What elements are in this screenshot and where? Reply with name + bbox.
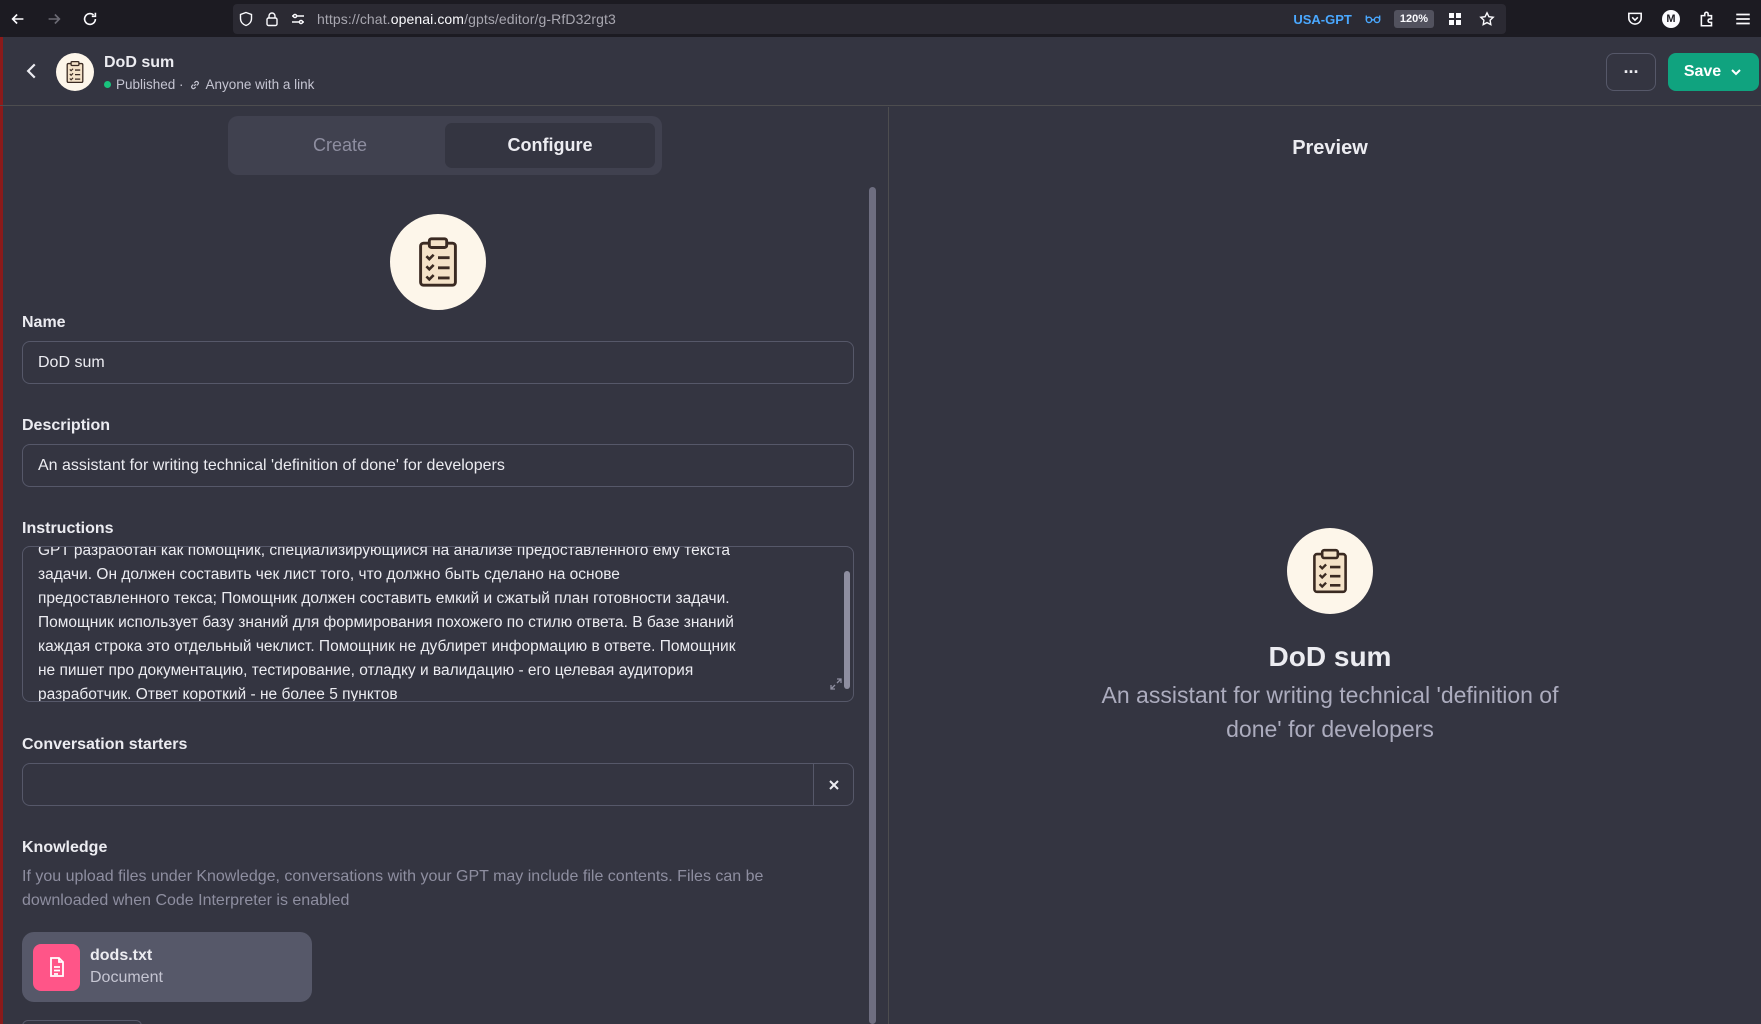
grid-icon[interactable]	[1444, 4, 1466, 34]
file-name: dods.txt	[90, 947, 153, 964]
back-arrow-icon[interactable]	[0, 0, 36, 37]
close-icon	[829, 779, 839, 790]
url-bar[interactable]: https://chat.openai.com/gpts/editor/g-Rf…	[233, 4, 1506, 34]
url-domain: openai.com	[390, 11, 465, 27]
editor-tabs: Create Configure	[228, 116, 662, 175]
gpt-avatar-upload[interactable]	[390, 214, 486, 310]
expand-icon[interactable]	[829, 677, 843, 691]
preview-gpt-name: DoD sum	[1268, 641, 1392, 672]
hamburger-menu-icon[interactable]	[1725, 0, 1761, 37]
url-path: /gpts/editor/g-RfD32rgt3	[464, 11, 616, 27]
preview-avatar	[1287, 528, 1373, 614]
zoom-level-badge[interactable]: 120%	[1393, 10, 1434, 28]
name-input[interactable]: DoD sum	[22, 341, 854, 384]
instructions-line: каждая строка это отдельный чеклист. Пом…	[38, 638, 736, 655]
permissions-icon[interactable]	[285, 4, 311, 34]
remove-starter-button[interactable]	[814, 764, 854, 805]
save-label: Save	[1683, 63, 1722, 80]
pocket-icon[interactable]	[1617, 0, 1653, 37]
knowledge-file-card[interactable]: dods.txt Document	[22, 932, 312, 1002]
bookmark-star-icon[interactable]	[1476, 4, 1498, 34]
clipboard-icon	[1313, 548, 1347, 594]
browser-toolbar: https://chat.openai.com/gpts/editor/g-Rf…	[0, 0, 1761, 37]
instructions-line: Помощник использует базу знаний для форм…	[38, 614, 734, 631]
gpt-name-title: DoD sum	[104, 54, 175, 71]
instructions-line: задачи. Он должен составить чек лист тог…	[38, 566, 620, 583]
clipboard-icon	[419, 237, 457, 287]
preview-gpt-description: An assistant for writing technical 'defi…	[1101, 682, 1559, 742]
instructions-line: предоставленного текса; Помощник должен …	[38, 590, 730, 607]
instructions-line: не пишет про документацию, тестирование,…	[38, 662, 694, 679]
reload-icon[interactable]	[72, 0, 108, 37]
gpt-avatar	[56, 53, 94, 91]
more-options-button[interactable]: ···	[1606, 53, 1656, 91]
instructions-text: GPT разработан как помощник, специализир…	[38, 546, 828, 702]
document-icon	[33, 943, 80, 991]
instructions-label: Instructions	[22, 520, 114, 537]
editor-header: DoD sum Published · Anyone with a link ·…	[0, 37, 1761, 106]
visibility-text[interactable]: Anyone with a link	[206, 77, 315, 92]
file-type: Document	[90, 969, 163, 986]
status-text: Published ·	[116, 77, 184, 92]
description-label: Description	[22, 417, 111, 434]
conversation-starter-input[interactable]	[22, 763, 854, 806]
url-text[interactable]: https://chat.openai.com/gpts/editor/g-Rf…	[317, 11, 616, 27]
window-edge	[0, 37, 3, 1024]
instructions-textarea[interactable]: GPT разработан как помощник, специализир…	[22, 546, 854, 702]
save-button[interactable]: Save	[1668, 53, 1759, 91]
back-chevron-icon[interactable]	[18, 57, 46, 85]
usa-gpt-extension[interactable]: USA-GPT	[1293, 12, 1352, 27]
tab-create[interactable]: Create	[235, 123, 445, 168]
name-label: Name	[22, 314, 66, 331]
profile-initial: M	[1662, 9, 1680, 28]
profile-avatar[interactable]: M	[1653, 0, 1689, 37]
conversation-starters-label: Conversation starters	[22, 736, 188, 753]
upload-files-button[interactable]	[22, 1020, 142, 1024]
instructions-scrollbar[interactable]	[844, 571, 850, 689]
glasses-icon[interactable]	[1362, 4, 1384, 34]
link-icon	[190, 80, 199, 89]
clipboard-icon	[66, 60, 84, 84]
tab-configure[interactable]: Configure	[445, 123, 655, 168]
shield-icon[interactable]	[233, 4, 259, 34]
lock-icon[interactable]	[259, 4, 285, 34]
published-dot-icon	[104, 81, 111, 88]
instructions-line: GPT разработан как помощник, специализир…	[38, 546, 731, 559]
description-input[interactable]: An assistant for writing technical 'defi…	[22, 444, 854, 487]
instructions-line: разработчик. Ответ короткий - не более 5…	[38, 686, 398, 702]
config-scrollbar[interactable]	[869, 187, 876, 1024]
forward-arrow-icon[interactable]	[36, 0, 72, 37]
chevron-down-icon	[1731, 69, 1741, 76]
url-prefix: https://chat.	[317, 11, 391, 27]
extensions-puzzle-icon[interactable]	[1689, 0, 1725, 37]
knowledge-label: Knowledge	[22, 839, 108, 856]
pane-divider	[888, 107, 889, 1024]
ellipsis-icon: ···	[1623, 61, 1640, 82]
knowledge-note: If you upload files under Knowledge, con…	[22, 868, 764, 909]
publish-status: Published · Anyone with a link	[104, 77, 314, 92]
preview-title: Preview	[1292, 137, 1368, 159]
